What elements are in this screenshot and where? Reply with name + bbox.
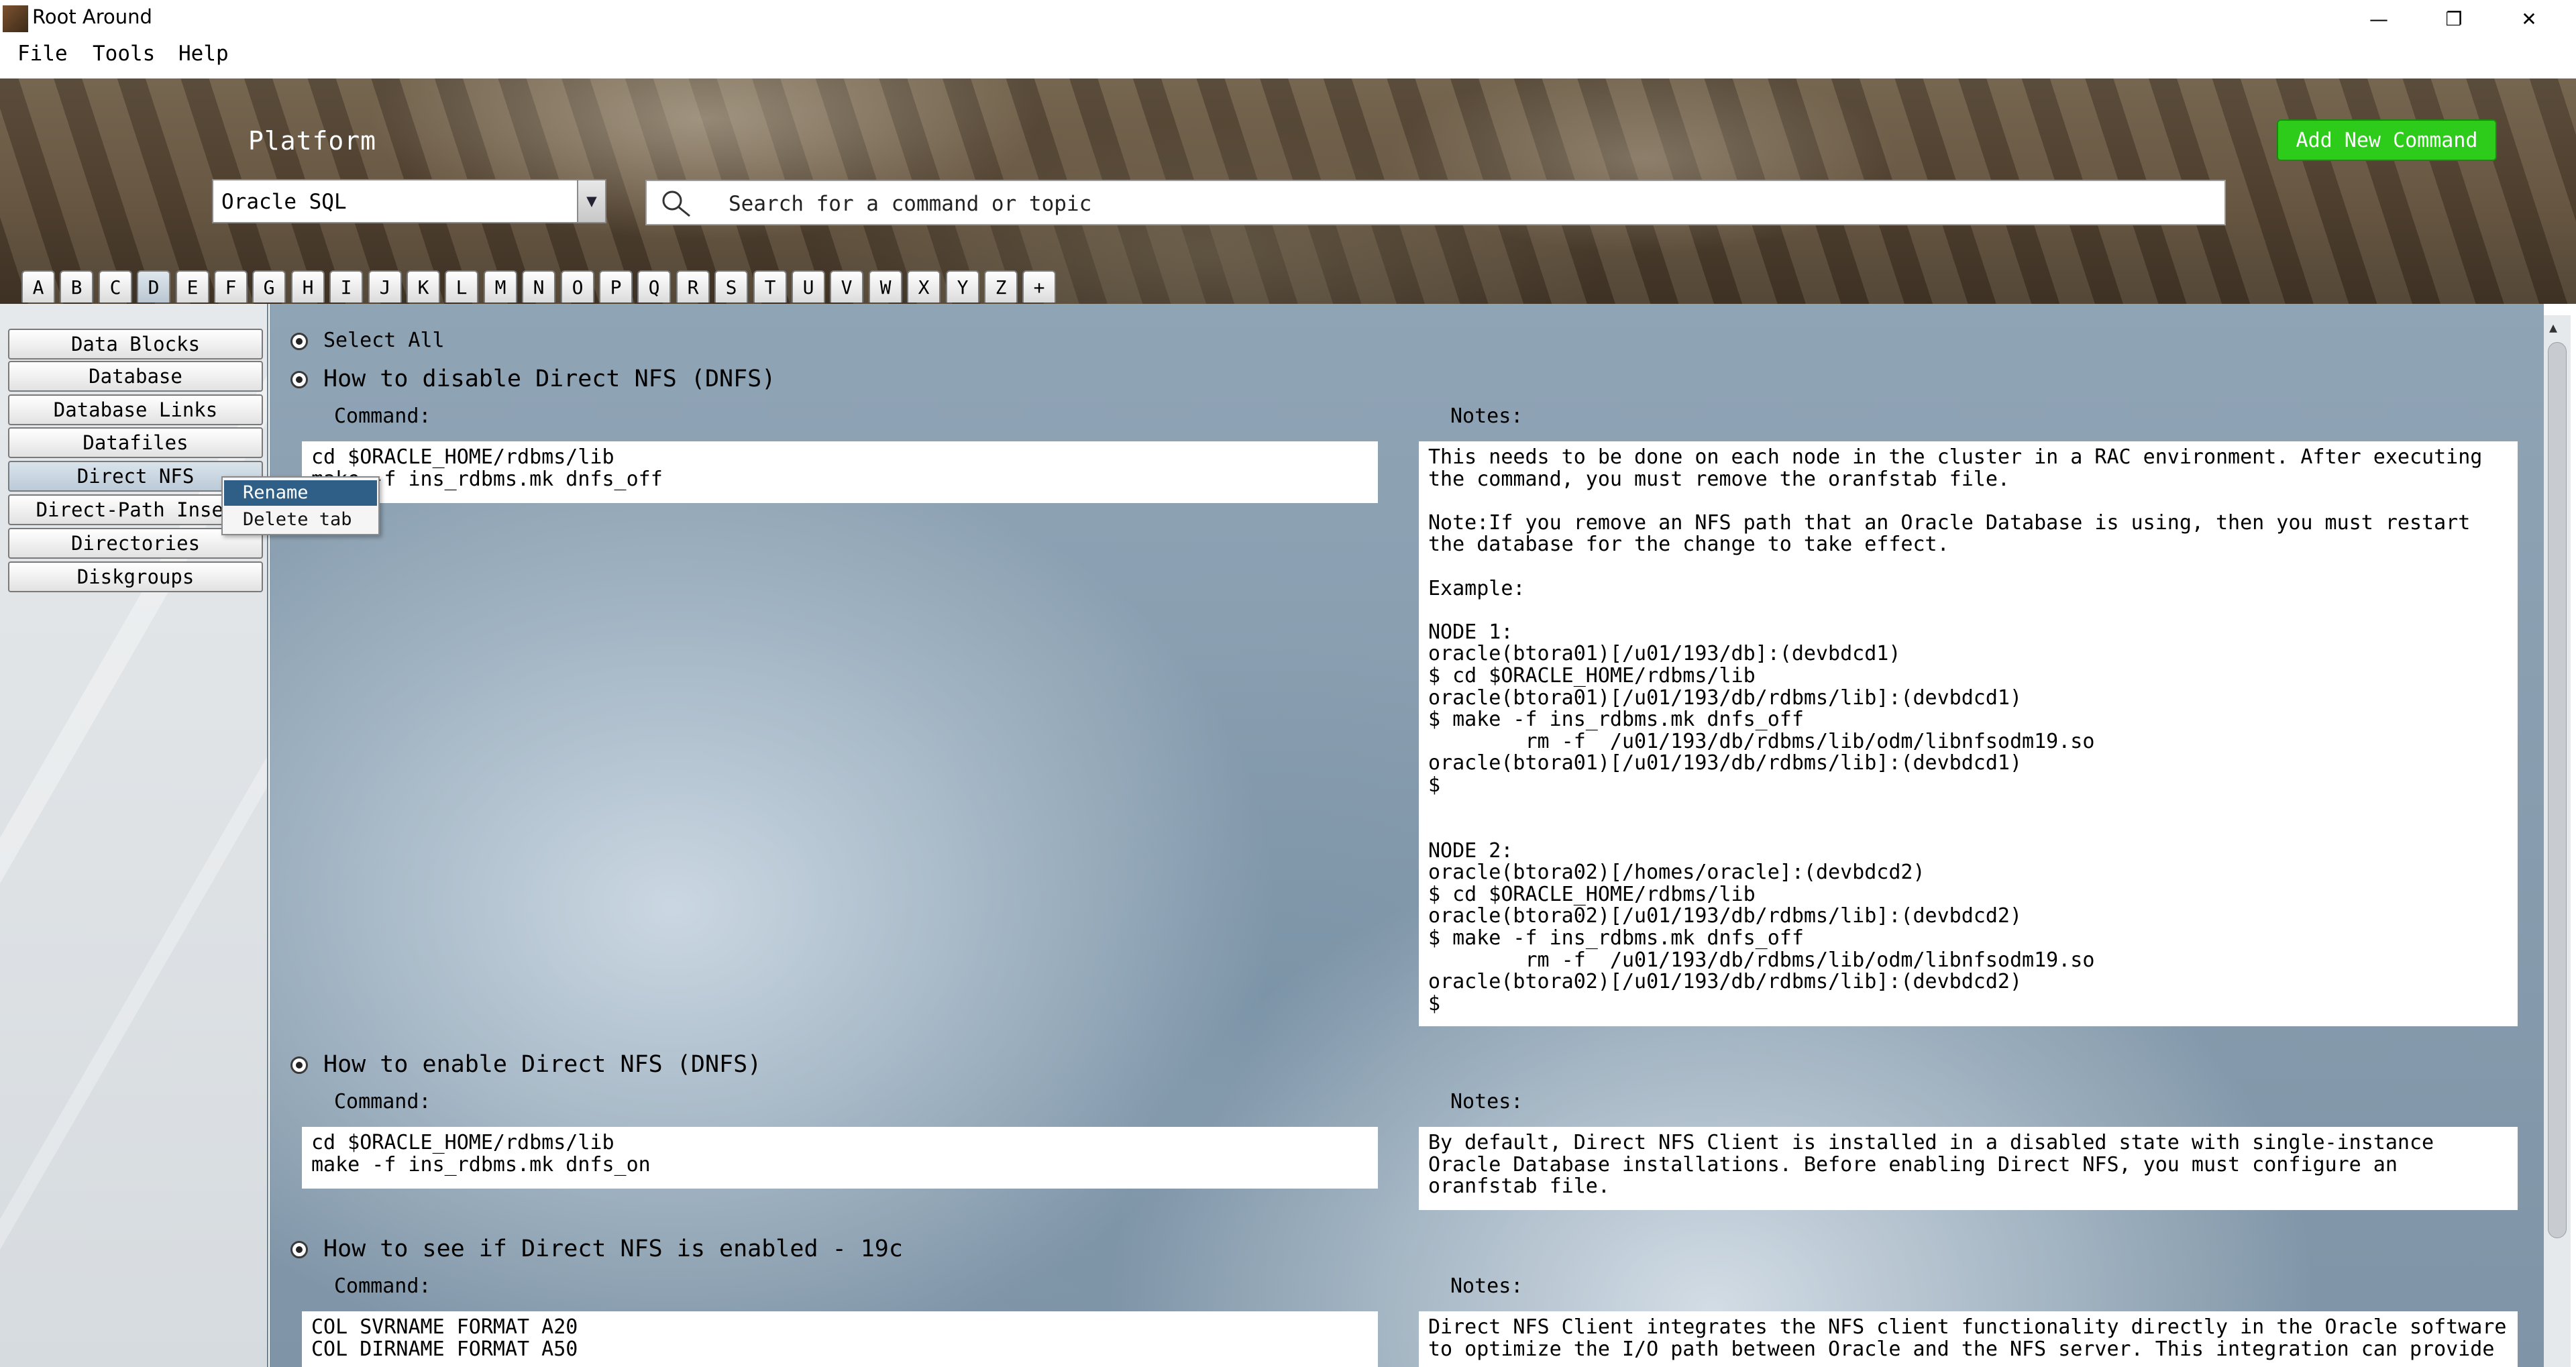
command-box[interactable]: cd $ORACLE_HOME/rdbms/lib make -f ins_rd… [302,1127,1378,1189]
alphabet-tab-t[interactable]: T [753,270,787,303]
alphabet-tab-u[interactable]: U [792,270,825,303]
alphabet-tab-x[interactable]: X [907,270,941,303]
alphabet-tab-a[interactable]: A [21,270,55,303]
notes-label: Notes: [1450,404,1523,428]
alphabet-tab-s[interactable]: S [714,270,748,303]
alphabet-tab-z[interactable]: Z [984,270,1018,303]
alphabet-tab-e[interactable]: E [176,270,209,303]
menu-help[interactable]: Help [178,42,229,66]
search-input[interactable]: Search for a command or topic [645,180,2226,225]
app-icon [3,5,28,32]
alphabet-tab-h[interactable]: H [291,270,325,303]
entry-radio[interactable] [290,1056,308,1074]
entry-title: How to see if Direct NFS is enabled - 19… [323,1236,903,1262]
vertical-scrollbar[interactable]: ▲ [2544,315,2571,1367]
menu-file[interactable]: File [17,42,68,66]
command-label: Command: [334,1090,431,1113]
alphabet-tab-v[interactable]: V [830,270,863,303]
platform-label: Platform [248,126,377,156]
entry-radio[interactable] [290,1241,308,1258]
notes-box[interactable]: By default, Direct NFS Client is install… [1419,1127,2518,1210]
alphabet-tab-d[interactable]: D [137,270,170,303]
alphabet-tab-i[interactable]: I [329,270,363,303]
notes-box[interactable]: Direct NFS Client integrates the NFS cli… [1419,1311,2518,1367]
alphabet-tab-y[interactable]: Y [946,270,979,303]
alphabet-tab-n[interactable]: N [522,270,555,303]
alphabet-tab-l[interactable]: L [445,270,478,303]
menu-bar [0,38,2576,78]
minimize-button[interactable]: — [2341,0,2416,38]
sidebar-item-database-links[interactable]: Database Links [8,394,263,425]
search-placeholder: Search for a command or topic [729,192,1092,216]
entry-radio[interactable] [290,371,308,388]
command-label: Command: [334,1274,431,1298]
chevron-down-icon[interactable]: ▼ [577,180,605,222]
notes-label: Notes: [1450,1274,1523,1298]
notes-box[interactable]: This needs to be done on each node in th… [1419,441,2518,1026]
scrollbar-thumb[interactable] [2548,342,2567,1238]
alphabet-tab-m[interactable]: M [484,270,517,303]
command-label: Command: [334,404,431,428]
restore-button[interactable]: ❐ [2416,0,2491,38]
sidebar-item-database[interactable]: Database [8,361,263,392]
alphabet-tab-w[interactable]: W [869,270,902,303]
window-title: Root Around [32,5,152,28]
select-all-radio[interactable] [290,333,308,350]
entry-title: How to enable Direct NFS (DNFS) [323,1051,762,1078]
alphabet-tab-f[interactable]: F [214,270,248,303]
entry-title: How to disable Direct NFS (DNFS) [323,366,776,392]
context-menu-delete-tab[interactable]: Delete tab [224,507,377,533]
sidebar-item-data-blocks[interactable]: Data Blocks [8,329,263,360]
context-menu-rename[interactable]: Rename [224,480,377,506]
scroll-up-icon[interactable]: ▲ [2549,319,2557,335]
close-button[interactable]: ✕ [2491,0,2567,38]
alphabet-tab-j[interactable]: J [368,270,402,303]
command-box[interactable]: COL SVRNAME FORMAT A20 COL DIRNAME FORMA… [302,1311,1378,1367]
sidebar-item-datafiles[interactable]: Datafiles [8,427,263,458]
tab-context-menu: Rename Delete tab [221,476,380,535]
alphabet-tab-r[interactable]: R [676,270,710,303]
alphabet-tab-b[interactable]: B [60,270,93,303]
alphabet-tab-c[interactable]: C [99,270,132,303]
notes-label: Notes: [1450,1090,1523,1113]
alphabet-tab-q[interactable]: Q [637,270,671,303]
platform-dropdown[interactable]: Oracle SQL ▼ [212,179,606,223]
add-tab-button[interactable]: + [1022,270,1056,303]
alphabet-tab-o[interactable]: O [561,270,594,303]
alphabet-tab-k[interactable]: K [407,270,440,303]
search-icon [662,190,690,217]
alphabet-tab-g[interactable]: G [252,270,286,303]
alphabet-tab-p[interactable]: P [599,270,633,303]
menu-tools[interactable]: Tools [93,42,155,66]
command-box[interactable]: cd $ORACLE_HOME/rdbms/lib make -f ins_rd… [302,441,1378,503]
add-new-command-button[interactable]: Add New Command [2277,119,2497,161]
platform-selected-value: Oracle SQL [221,190,347,214]
sidebar-item-diskgroups[interactable]: Diskgroups [8,561,263,592]
select-all-label: Select All [323,329,445,352]
title-bar: Root Around — ❐ ✕ [0,0,2576,38]
